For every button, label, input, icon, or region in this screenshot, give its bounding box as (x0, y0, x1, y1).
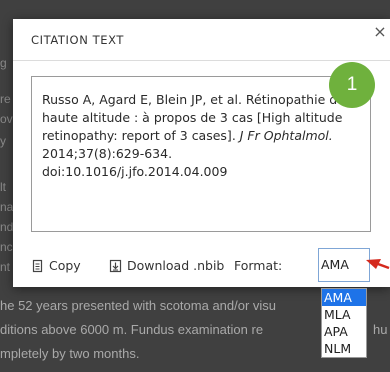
background-text-line: mpletely by two months. (0, 346, 140, 361)
dialog-header: CITATION TEXT × (13, 19, 390, 61)
background-text-fragment: lt (0, 180, 6, 194)
close-button[interactable]: × (370, 21, 390, 43)
step-badge: 1 (329, 62, 375, 108)
background-text-fragment: nc (0, 240, 13, 254)
format-option-mla[interactable]: MLA (322, 306, 366, 323)
background-text-fragment: g (0, 56, 7, 70)
dialog-title: CITATION TEXT (31, 33, 125, 47)
citation-text-box[interactable]: Russo A, Agard E, Blein JP, et al. Rétin… (31, 76, 371, 232)
background-text-line: he 52 years presented with scotoma and/o… (0, 298, 277, 313)
copy-label: Copy (49, 258, 81, 273)
format-dropdown-list: AMA MLA APA NLM (321, 288, 367, 358)
citation-dialog: CITATION TEXT × Russo A, Agard E, Blein … (13, 19, 390, 287)
citation-text-tail: 2014;37(8):629-634. doi:10.1016/j.jfo.20… (42, 146, 228, 179)
download-label: Download .nbib (127, 258, 225, 273)
background-text-fragment: re (0, 92, 11, 106)
background-text-fragment: nd (0, 220, 14, 234)
background-text-fragment: na (0, 200, 14, 214)
background-text-fragment: y (0, 134, 6, 148)
citation-journal: J Fr Ophtalmol. (239, 128, 333, 143)
format-option-apa[interactable]: APA (322, 323, 366, 340)
background-text-fragment: nt (0, 260, 11, 274)
format-option-ama[interactable]: AMA (322, 289, 366, 306)
background-text-fragment: hu (373, 322, 388, 337)
format-label: Format: (234, 258, 283, 273)
download-icon (109, 259, 122, 273)
format-select[interactable]: AMA (318, 248, 370, 282)
format-option-nlm[interactable]: NLM (322, 340, 366, 357)
background-text-line: ditions above 6000 m. Fundus examination… (0, 322, 264, 337)
copy-button[interactable]: Copy (31, 255, 91, 277)
copy-icon (32, 259, 43, 273)
background-text-fragment: ov (0, 112, 13, 126)
download-nbib-button[interactable]: Download .nbib (109, 255, 224, 277)
